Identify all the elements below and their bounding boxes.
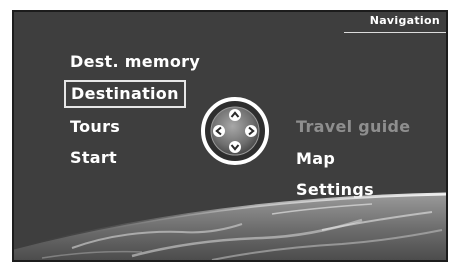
- earth-horizon-image: [14, 192, 446, 260]
- arrow-right-icon[interactable]: [245, 125, 257, 137]
- controller-knob[interactable]: [200, 96, 270, 166]
- menu-item-destination[interactable]: Destination: [64, 80, 186, 108]
- title-underline: [344, 32, 446, 33]
- menu-item-tours[interactable]: Tours: [70, 117, 120, 137]
- arrow-down-icon[interactable]: [229, 141, 241, 153]
- menu-item-travel-guide[interactable]: Travel guide: [296, 117, 410, 137]
- menu-item-dest-memory[interactable]: Dest. memory: [70, 52, 200, 72]
- arrow-up-icon[interactable]: [229, 109, 241, 121]
- menu-item-map[interactable]: Map: [296, 149, 335, 169]
- arrow-left-icon[interactable]: [213, 125, 225, 137]
- menu-item-start[interactable]: Start: [70, 148, 117, 168]
- navigation-screen: Navigation Dest. memory Destination Tour…: [12, 10, 448, 262]
- screen-title: Navigation: [369, 14, 440, 27]
